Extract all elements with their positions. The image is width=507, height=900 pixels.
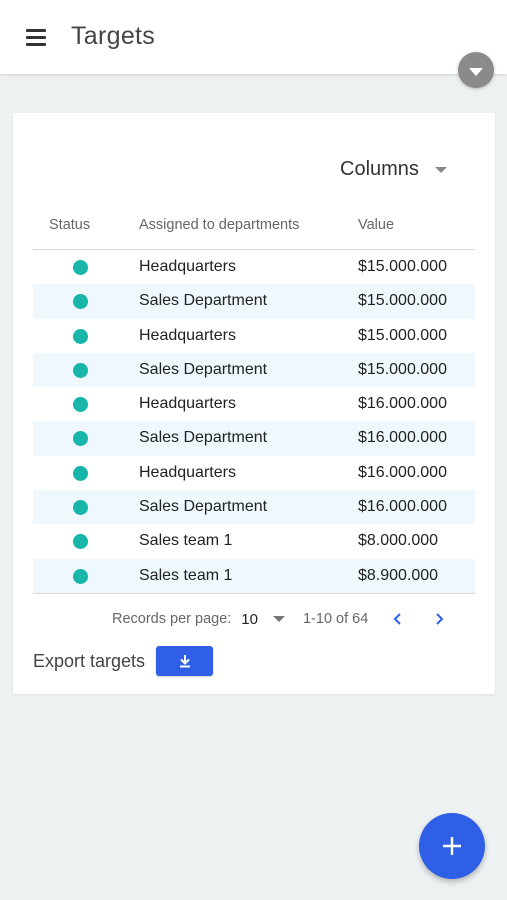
hamburger-menu-icon[interactable] [26,29,46,47]
columns-button[interactable]: Columns [340,155,447,183]
targets-table: Status Assigned to departments Value Hea… [33,209,475,594]
value-cell: $15.000.000 [358,360,447,378]
value-cell: $16.000.000 [358,429,447,447]
chevron-left-icon [393,613,402,625]
department-cell: Sales Department [139,292,268,310]
table-row[interactable]: Sales team 1 $8.000.000 [33,524,475,558]
status-indicator-icon [73,260,88,275]
status-indicator-icon [73,328,88,344]
status-indicator-icon [73,431,88,447]
department-cell: Sales Department [139,429,268,447]
table-row[interactable]: Sales Department $16.000.000 [33,490,475,525]
columns-label: Columns [340,157,419,180]
value-cell: $15.000.000 [358,292,447,310]
export-targets-button[interactable] [156,646,214,676]
dropdown-arrow-icon [434,167,447,173]
pagination: Records per page: 10 1-10 of 64 [112,609,470,629]
department-cell: Sales Department [139,498,268,516]
chevron-down-icon [469,67,483,76]
pagination-range: 1-10 of 64 [302,611,369,627]
plus-icon [443,837,461,855]
department-cell: Sales Department [139,360,268,378]
status-indicator-icon [73,465,88,481]
table-row[interactable]: Headquarters $16.000.000 [33,456,475,490]
table-row[interactable]: Headquarters $16.000.000 [33,387,475,421]
department-cell: Headquarters [139,463,236,481]
table-row[interactable]: Sales Department $15.000.000 [33,352,475,388]
table-row[interactable]: Sales team 1 $8.900.000 [33,558,475,593]
column-header-value[interactable]: Value [358,217,394,233]
value-cell: $16.000.000 [358,395,447,413]
add-target-button[interactable] [419,813,485,879]
prev-page-button[interactable] [388,609,408,629]
app-bar: Targets [0,0,507,74]
column-header-departments[interactable]: Assigned to departments [139,217,299,233]
table-row[interactable]: Sales Department $16.000.000 [33,421,475,456]
records-per-page-select[interactable]: 10 [241,611,258,628]
department-cell: Headquarters [139,258,236,275]
column-header-status[interactable]: Status [49,217,90,233]
page-title: Targets [71,22,156,50]
department-cell: Headquarters [139,395,236,413]
table-row[interactable]: Headquarters $15.000.000 [33,319,475,353]
export-targets-label: Export targets [33,650,146,671]
table-divider [33,592,475,594]
value-cell: $8.000.000 [358,532,439,550]
table-body: Headquarters $15.000.000 Sales Department $… [33,250,475,593]
status-indicator-icon [73,362,88,378]
status-indicator-icon [73,397,88,413]
value-cell: $16.000.000 [358,498,447,516]
value-cell: $16.000.000 [358,463,447,481]
records-per-page-label: Records per page: [112,611,232,627]
department-cell: Sales team 1 [139,532,233,550]
table-row[interactable]: Headquarters $15.000.000 [33,250,475,284]
status-indicator-icon [73,294,88,310]
export-row: Export targets [33,645,214,677]
value-cell: $15.000.000 [358,326,447,344]
status-indicator-icon [73,568,88,584]
download-icon [179,655,190,668]
department-cell: Sales team 1 [139,566,233,584]
table-row[interactable]: Sales Department $15.000.000 [33,284,475,319]
value-cell: $8.900.000 [358,566,439,584]
value-cell: $15.000.000 [358,258,447,275]
account-dropdown-button[interactable] [458,52,494,88]
status-indicator-icon [73,500,88,516]
records-per-page-dropdown-icon[interactable] [272,616,285,622]
targets-card: Columns Status Assigned to departments V… [13,113,495,694]
table-header: Status Assigned to departments Value [33,209,475,250]
next-page-button[interactable] [429,609,449,629]
department-cell: Headquarters [139,326,236,344]
chevron-right-icon [436,613,444,625]
status-indicator-icon [73,534,88,550]
